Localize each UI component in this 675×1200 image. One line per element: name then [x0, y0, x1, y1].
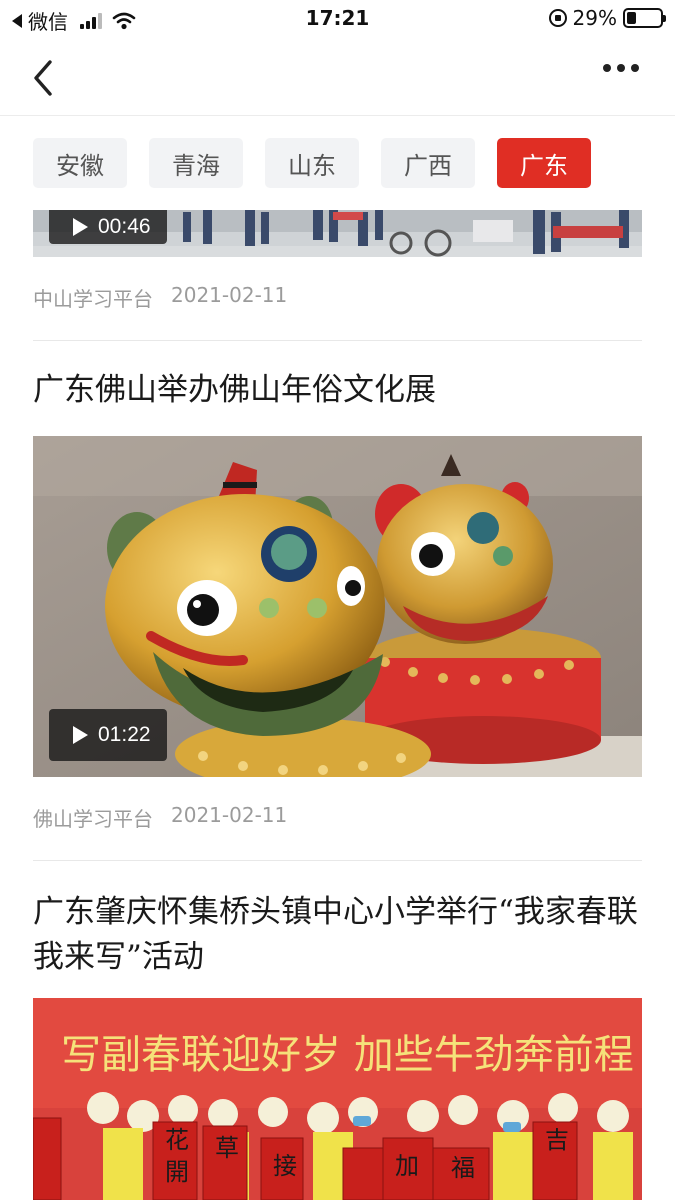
article-source: 佛山学习平台	[33, 807, 153, 831]
battery-icon	[623, 8, 666, 28]
play-icon	[73, 726, 88, 744]
status-right: 29%	[548, 6, 666, 30]
duration-text: 00:46	[98, 215, 151, 238]
article-feed[interactable]: 00:46 中山学习平台 2021-02-11 广东佛山举办佛山年俗文化展 01…	[0, 210, 675, 1200]
article-source: 中山学习平台	[33, 287, 153, 311]
video-thumbnail[interactable]: 01:22	[33, 436, 642, 777]
more-dot	[617, 64, 625, 72]
rotation-lock-icon	[548, 9, 567, 27]
tab-anhui[interactable]: 安徽	[33, 138, 127, 188]
duration-text: 01:22	[98, 723, 151, 746]
banner-text: 写副春联迎好岁 加些牛劲奔前程	[61, 1032, 634, 1078]
spring-couplet-event-image: 写副春联迎好岁 加些牛劲奔前程 花 開 草 接 加 福 吉	[33, 998, 642, 1200]
article-date: 2021-02-11	[171, 803, 288, 827]
tab-shandong[interactable]: 山东	[265, 138, 359, 188]
divider	[33, 860, 642, 861]
video-duration-badge: 00:46	[49, 210, 167, 244]
divider	[33, 340, 642, 341]
province-tabs: 安徽 青海 山东 广西 广东	[33, 138, 591, 188]
battery-fill	[627, 12, 637, 24]
couplet-char: 加	[395, 1152, 419, 1180]
tab-guangxi[interactable]: 广西	[381, 138, 475, 188]
couplet-char: 吉	[545, 1126, 569, 1154]
video-duration-badge: 01:22	[49, 709, 167, 761]
play-icon	[73, 218, 88, 236]
tab-guangdong[interactable]: 广东	[497, 138, 591, 188]
back-button[interactable]	[26, 58, 62, 98]
couplet-char: 開	[165, 1158, 189, 1186]
couplet-char: 接	[273, 1152, 297, 1180]
image-thumbnail[interactable]: 写副春联迎好岁 加些牛劲奔前程 花 開 草 接 加 福 吉	[33, 998, 642, 1200]
article-meta: 佛山学习平台 2021-02-11	[33, 803, 287, 832]
battery-percent: 29%	[572, 6, 617, 30]
nav-bar	[0, 38, 675, 116]
more-dot	[631, 64, 639, 72]
tab-qinghai[interactable]: 青海	[149, 138, 243, 188]
article-title[interactable]: 广东佛山举办佛山年俗文化展	[33, 368, 645, 413]
article-date: 2021-02-11	[171, 283, 288, 307]
couplet-char: 草	[215, 1134, 239, 1162]
couplet-char: 花	[165, 1126, 189, 1154]
couplet-char: 福	[451, 1154, 475, 1182]
article-title[interactable]: 广东肇庆怀集桥头镇中心小学举行“我家春联我来写”活动	[33, 890, 645, 980]
video-thumbnail[interactable]: 00:46	[33, 210, 642, 257]
chevron-left-icon	[34, 60, 52, 96]
article-meta: 中山学习平台 2021-02-11	[33, 283, 287, 312]
status-bar: 微信 17:21 29%	[0, 0, 675, 38]
more-button[interactable]	[603, 64, 639, 72]
more-dot	[603, 64, 611, 72]
